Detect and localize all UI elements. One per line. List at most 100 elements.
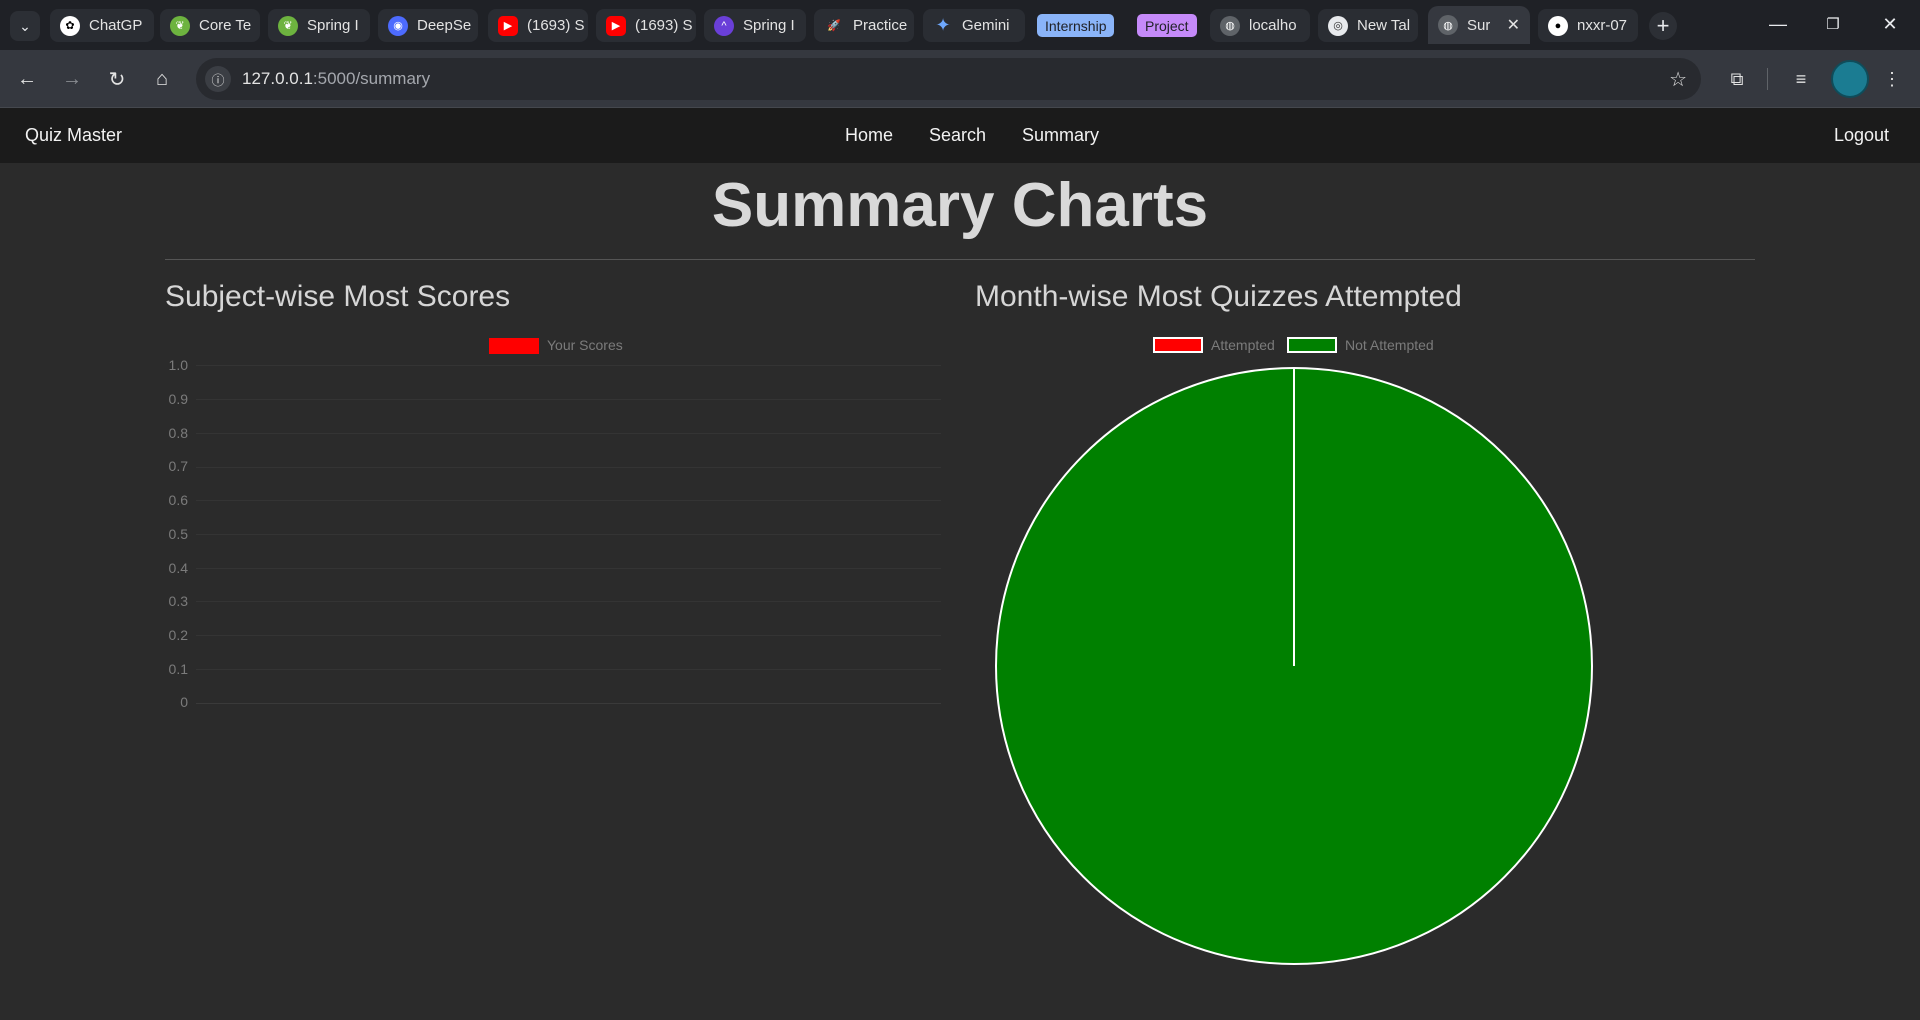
close-window-icon[interactable]: ✕ [1870,8,1910,40]
legend-swatch-attempted[interactable] [1153,337,1203,353]
nav-search-link[interactable]: Search [929,125,986,146]
bar-chart-title: Subject-wise Most Scores [165,280,511,313]
chatgpt-icon: ✿ [60,15,80,36]
extensions-puzzle-icon[interactable]: ⧉ [1722,64,1752,94]
gridline [196,635,941,636]
tab-title: Gemini [962,17,1010,34]
legend-label-your-scores[interactable]: Your Scores [547,337,623,353]
app-navbar: Quiz Master Home Search Summary Logout [0,108,1920,163]
y-tick-label: 0.7 [168,458,188,474]
toolbar-divider [1767,68,1768,90]
tab-practice[interactable]: 🚀 Practice [814,9,914,42]
gridline [196,500,941,501]
tab-title: ChatGP [89,17,143,34]
tab-title: (1693) S [527,17,585,34]
tab-title: (1693) S [635,17,693,34]
close-tab-icon[interactable]: ✕ [1507,15,1520,35]
legend-label-attempted[interactable]: Attempted [1211,337,1275,353]
browser-tab-strip: ⌄ ✿ ChatGP ❦ Core Te ❦ Spring I ◉ DeepSe… [0,0,1920,50]
page-title: Summary Charts [711,171,1209,240]
tab-title: Spring I [307,17,359,34]
minimize-icon[interactable]: — [1758,8,1798,40]
media-controls-icon[interactable]: ≡ [1786,64,1816,94]
address-bar[interactable]: ⓘ 127.0.0.1:5000/summary ☆ [196,58,1701,100]
tab-chatgpt[interactable]: ✿ ChatGP [50,9,154,42]
tab-title: nxxr-07 [1577,17,1628,34]
youtube-icon: ▶ [498,15,518,36]
legend-swatch-not-attempted[interactable] [1287,337,1337,353]
gridline [196,601,941,602]
gemini-sparkle-icon: ✦ [935,15,951,35]
tab-title: DeepSe [417,17,472,34]
deepseek-whale-icon: ◉ [388,15,408,36]
globe-icon: ◍ [1220,15,1240,36]
browser-toolbar: ← → ↻ ⌂ ⓘ 127.0.0.1:5000/summary ☆ ⧉ ≡ ⋮ [0,50,1920,108]
globe-icon: ◍ [1438,15,1458,35]
tab-title: New Tal [1357,17,1411,34]
new-tab-button[interactable]: + [1649,12,1677,40]
url-path: :5000/summary [312,69,431,88]
y-tick-label: 0.4 [168,560,188,576]
tab-search-chevron-icon[interactable]: ⌄ [10,11,40,41]
tab-gemini[interactable]: ✦ Gemini [923,9,1025,42]
legend-label-not-attempted[interactable]: Not Attempted [1345,337,1434,353]
url-text[interactable]: 127.0.0.1:5000/summary [242,69,430,89]
pie-chart [995,367,1593,965]
tab-group-internship[interactable]: Internship [1037,14,1115,37]
spring-leaf-icon: ❦ [278,15,298,36]
back-arrow-icon[interactable]: ← [12,64,42,94]
reload-icon[interactable]: ↻ [102,64,132,94]
divider [165,259,1755,260]
nav-home-link[interactable]: Home [845,125,893,146]
gridline [196,669,941,670]
tab-spring[interactable]: ❦ Spring I [268,9,370,42]
gridline [196,399,941,400]
url-host: 127.0.0.1 [242,69,313,88]
spring-leaf-icon: ❦ [170,15,190,36]
tab-title: Practice [853,17,908,34]
tab-core[interactable]: ❦ Core Te [160,9,260,42]
youtube-icon: ▶ [606,15,626,36]
tab-group-project[interactable]: Project [1137,14,1197,37]
gridline [196,365,941,366]
y-tick-label: 0.2 [168,627,188,643]
chrome-icon: ◎ [1328,15,1348,36]
y-tick-label: 1.0 [168,357,188,373]
gridline [196,568,941,569]
tab-youtube-2[interactable]: ▶ (1693) S [596,9,696,42]
x-axis-baseline [196,703,941,704]
tab-new-tab[interactable]: ◎ New Tal [1318,9,1418,42]
legend-swatch-your-scores[interactable] [489,338,539,354]
tab-localhost[interactable]: ◍ localho [1210,9,1310,42]
profile-avatar[interactable] [1831,60,1869,98]
site-info-icon[interactable]: ⓘ [205,66,231,92]
brand-link[interactable]: Quiz Master [25,125,122,146]
home-icon[interactable]: ⌂ [147,64,177,94]
y-tick-label: 0 [180,694,188,710]
y-tick-label: 0.3 [168,593,188,609]
pie-chart-title: Month-wise Most Quizzes Attempted [975,280,1462,313]
gridline [196,534,941,535]
tab-github[interactable]: ● nxxr-07 [1538,9,1638,42]
y-tick-label: 0.5 [168,526,188,542]
nav-logout-link[interactable]: Logout [1834,125,1889,146]
spring-course-icon: ^ [714,15,734,36]
tab-summary-active[interactable]: ◍ Sur ✕ [1428,6,1530,44]
restore-icon[interactable]: ❐ [1813,8,1853,40]
tab-title: Core Te [199,17,252,34]
tab-deepseek[interactable]: ◉ DeepSe [378,9,478,42]
tab-spring-course[interactable]: ^ Spring I [704,9,806,42]
github-icon: ● [1548,15,1568,36]
y-tick-label: 0.1 [168,661,188,677]
forward-arrow-icon[interactable]: → [57,64,87,94]
tab-title: Spring I [743,17,795,34]
nav-summary-link[interactable]: Summary [1022,125,1099,146]
tab-title: localho [1249,17,1297,34]
y-tick-label: 0.6 [168,492,188,508]
y-tick-label: 0.9 [168,391,188,407]
tab-youtube-1[interactable]: ▶ (1693) S [488,9,588,42]
menu-kebab-icon[interactable]: ⋮ [1877,64,1907,94]
y-tick-label: 0.8 [168,425,188,441]
bookmark-star-icon[interactable]: ☆ [1669,67,1687,92]
gridline [196,467,941,468]
